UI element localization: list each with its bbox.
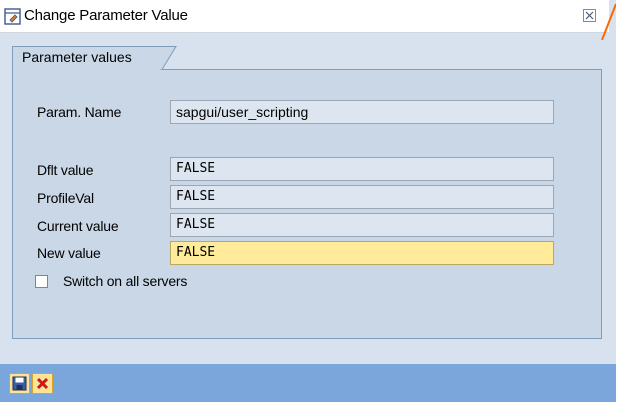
red-x-icon: [36, 377, 49, 390]
group-tab-label: Parameter values: [22, 49, 132, 65]
window-title: Change Parameter Value: [24, 7, 188, 24]
param-name-label: Param. Name: [37, 104, 122, 120]
title-bar: Change Parameter Value: [0, 0, 609, 33]
switch-all-servers-checkbox[interactable]: [35, 275, 48, 288]
param-name-field[interactable]: sapgui/user_scripting: [170, 100, 554, 124]
title-corner-accent: [601, 3, 616, 40]
current-value-field[interactable]: FALSE: [170, 213, 554, 237]
floppy-disk-icon: [12, 376, 27, 391]
switch-all-servers-label: Switch on all servers: [63, 273, 188, 289]
new-value-input[interactable]: FALSE: [170, 241, 554, 265]
change-parameter-dialog: Change Parameter Value Parameter values …: [0, 0, 616, 402]
cancel-button[interactable]: [32, 373, 53, 394]
default-value-field[interactable]: FALSE: [170, 157, 554, 181]
profile-value-field[interactable]: FALSE: [170, 185, 554, 209]
new-value-label: New value: [37, 245, 101, 261]
group-top-border: [160, 69, 602, 70]
default-value-label: Dflt value: [37, 162, 94, 178]
dialog-toolbar: [0, 364, 616, 402]
save-button[interactable]: [9, 373, 30, 394]
profile-value-label: ProfileVal: [37, 190, 94, 206]
edit-window-icon: [4, 8, 21, 25]
current-value-label: Current value: [37, 218, 119, 234]
